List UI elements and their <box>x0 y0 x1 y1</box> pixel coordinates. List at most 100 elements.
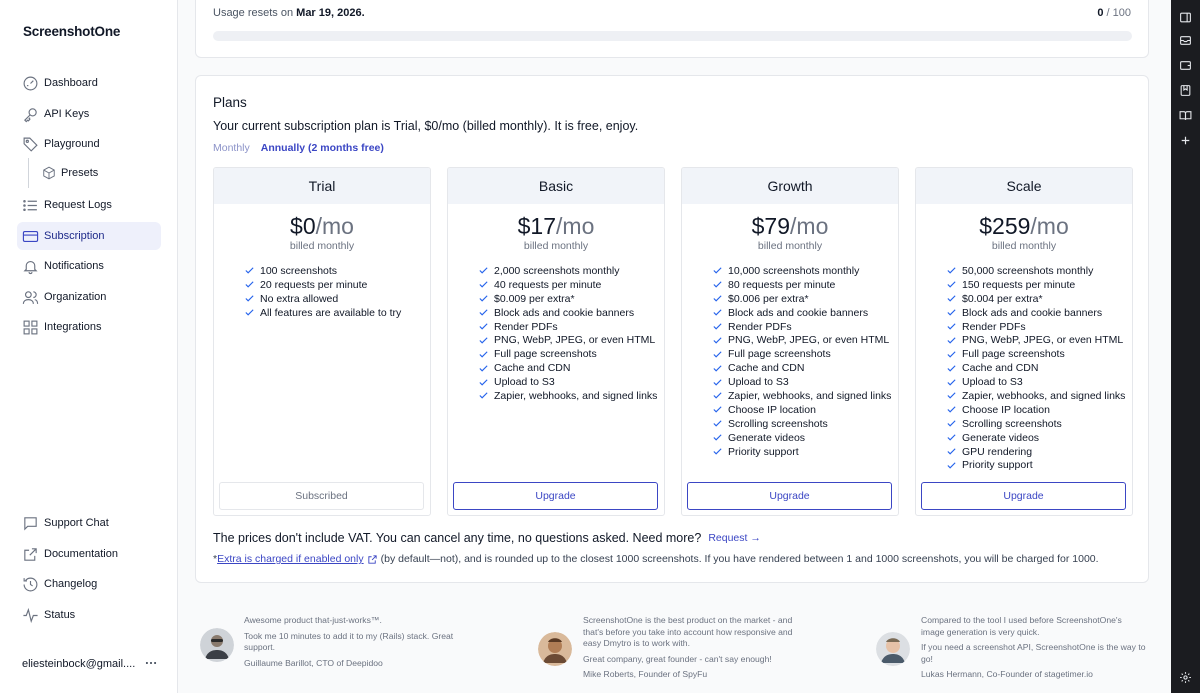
plan-billing-cycle: billed monthly <box>757 240 823 252</box>
check-icon <box>947 448 956 455</box>
request-link[interactable]: Request → <box>708 532 761 544</box>
plan-price-amount: $17 <box>517 213 557 239</box>
plan-price: $17/mo <box>448 212 664 240</box>
plan-feature: Generate videos <box>712 431 891 445</box>
inbox-icon[interactable] <box>1179 34 1192 47</box>
check-icon <box>245 295 254 302</box>
plan-feature-label: Zapier, webhooks, and signed links <box>728 389 892 402</box>
usage-progress-bar <box>213 31 1132 41</box>
settings-icon[interactable] <box>1179 671 1192 684</box>
sidebar-item-request-logs[interactable]: Request Logs <box>17 191 161 219</box>
history-icon <box>23 577 38 591</box>
plan-feature: Upload to S3 <box>712 375 891 389</box>
external-link-icon[interactable] <box>367 554 378 565</box>
plan-price-amount: $259 <box>979 213 1031 239</box>
sidebar-item-label: Status <box>44 609 76 621</box>
bell-icon <box>23 260 38 274</box>
plus-icon[interactable] <box>1179 134 1192 147</box>
check-icon <box>245 309 254 316</box>
testimonial-author: Mike Roberts, Founder of SpyFu <box>583 669 708 679</box>
plan-name: Scale <box>916 168 1132 204</box>
plan-feature-label: Choose IP location <box>728 403 816 416</box>
ellipsis-icon[interactable] <box>144 656 158 670</box>
subscribed-button: Subscribed <box>219 482 424 510</box>
sidebar-item-presets[interactable]: Presets <box>37 159 161 187</box>
check-icon <box>713 392 722 400</box>
billing-annual-tab[interactable]: Annually (2 months free) <box>261 142 384 154</box>
plan-feature: $0.006 per extra* <box>712 292 891 306</box>
sidebar-item-label: Documentation <box>44 548 118 560</box>
extra-charged-link[interactable]: Extra is charged if enabled only <box>217 553 364 565</box>
upgrade-button[interactable]: Upgrade <box>921 482 1126 510</box>
usage-reset-date: Mar 19, 2026. <box>296 7 365 19</box>
sidebar-item-integrations[interactable]: Integrations <box>17 313 161 341</box>
plan-feature-label: $0.009 per extra* <box>494 292 575 305</box>
billing-monthly-tab[interactable]: Monthly <box>213 142 250 154</box>
plan-price: $0/mo <box>214 212 430 240</box>
plan-feature: No extra allowed <box>244 292 401 306</box>
sidebar-item-label: Subscription <box>44 230 105 242</box>
sidebar-item-label: Organization <box>44 291 107 303</box>
plan-feature: PNG, WebP, JPEG, or even HTML <box>712 333 891 347</box>
check-icon <box>479 337 488 344</box>
check-icon <box>479 323 488 330</box>
current-plan-text: Your current subscription plan is Trial,… <box>213 119 639 133</box>
plan-feature-label: 20 requests per minute <box>260 278 368 291</box>
upgrade-button[interactable]: Upgrade <box>687 482 892 510</box>
plan-feature: $0.009 per extra* <box>478 292 657 306</box>
sidebar-item-label: Integrations <box>44 321 102 333</box>
sidebar-item-support-chat[interactable]: Support Chat <box>17 509 161 537</box>
app-logo[interactable]: ScreenshotOne <box>23 24 120 39</box>
plan-feature-label: Zapier, webhooks, and signed links <box>962 389 1126 402</box>
check-icon <box>479 365 488 372</box>
plan-feature-label: Render PDFs <box>494 320 558 333</box>
sidebar-item-playground[interactable]: Playground <box>17 130 161 158</box>
sidebar-toggle-icon[interactable] <box>1179 11 1192 24</box>
sidebar-item-api-keys[interactable]: API Keys <box>17 100 161 128</box>
plan-name: Trial <box>214 168 430 204</box>
plan-name: Basic <box>448 168 664 204</box>
sidebar-item-notifications[interactable]: Notifications <box>17 252 161 280</box>
testimonial-author: Lukas Hermann, Co-Founder of stagetimer.… <box>921 669 1093 679</box>
plan-price-period: /mo <box>315 213 354 239</box>
plans-card: Plans Your current subscription plan is … <box>195 75 1149 583</box>
plan-feature-label: Full page screenshots <box>494 348 597 361</box>
sidebar-item-documentation[interactable]: Documentation <box>17 540 161 568</box>
plan-feature: Cache and CDN <box>712 361 891 375</box>
check-icon <box>479 281 488 288</box>
sidebar-item-label: Notifications <box>44 260 104 272</box>
plan-price-amount: $79 <box>751 213 791 239</box>
check-icon <box>479 295 488 302</box>
wallet-icon[interactable] <box>1179 59 1192 72</box>
sidebar-item-dashboard[interactable]: Dashboard <box>17 69 161 97</box>
sidebar-item-changelog[interactable]: Changelog <box>17 570 161 598</box>
plan-card-scale: Scale $259/mo billed monthly 50,000 screens… <box>915 167 1133 516</box>
sidebar-item-organization[interactable]: Organization <box>17 283 161 311</box>
upgrade-button[interactable]: Upgrade <box>453 482 658 510</box>
plan-feature: Zapier, webhooks, and signed links <box>712 389 891 403</box>
plan-feature-label: Cache and CDN <box>962 362 1039 375</box>
user-email[interactable]: eliesteinbock@gmail.... <box>22 658 135 670</box>
plan-feature: Cache and CDN <box>478 361 657 375</box>
check-icon <box>947 309 956 316</box>
plan-feature: Block ads and cookie banners <box>712 306 891 320</box>
usage-reset-prefix: Usage resets on <box>213 7 297 19</box>
check-icon <box>713 434 722 441</box>
plan-feature: GPU rendering <box>946 445 1125 459</box>
check-icon <box>947 267 956 275</box>
check-icon <box>947 420 956 427</box>
plan-feature: Priority support <box>712 445 891 459</box>
plan-feature-label: Render PDFs <box>962 320 1026 333</box>
sidebar-item-status[interactable]: Status <box>17 601 161 629</box>
bookmark-icon[interactable] <box>1179 84 1192 97</box>
plan-feature: Full page screenshots <box>478 347 657 361</box>
book-icon[interactable] <box>1179 109 1192 122</box>
sidebar-item-subscription[interactable]: Subscription <box>17 222 161 250</box>
plan-feature: Generate videos <box>946 431 1125 445</box>
plan-feature-label: No extra allowed <box>260 292 339 305</box>
plan-feature-label: 40 requests per minute <box>494 278 602 291</box>
plan-billing-cycle: billed monthly <box>289 240 355 252</box>
plan-feature: Cache and CDN <box>946 361 1125 375</box>
plan-feature: Block ads and cookie banners <box>946 306 1125 320</box>
plan-feature: Full page screenshots <box>712 347 891 361</box>
